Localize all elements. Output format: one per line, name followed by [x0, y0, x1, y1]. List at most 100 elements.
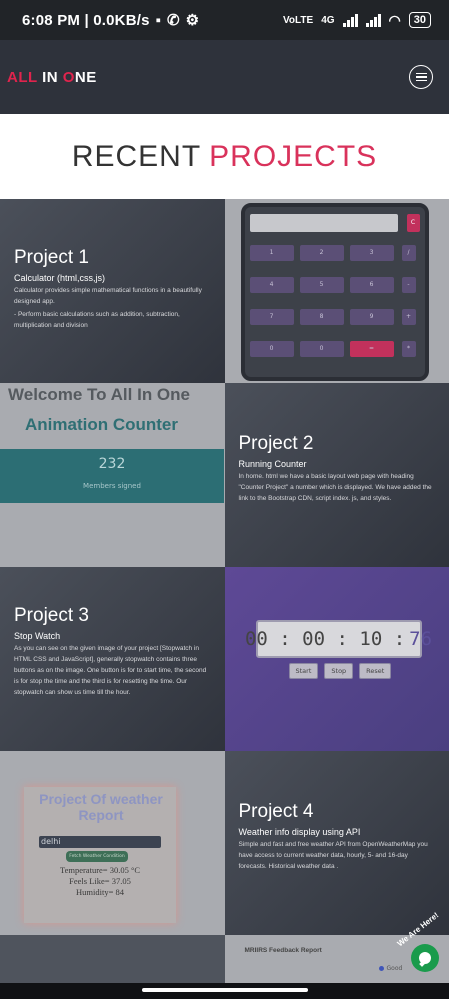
stopwatch-start-button: Start: [288, 663, 319, 679]
section-title: RECENT PROJECTS: [0, 114, 449, 199]
status-icons-left: ▪ ✆ ⚙: [155, 11, 200, 30]
logo-part: ALL: [7, 68, 43, 86]
weather-fetch-button: Fetch Weather Condition: [66, 851, 128, 862]
project-description: In home. html we have a basic layout web…: [238, 473, 432, 502]
chat-button[interactable]: [411, 944, 439, 972]
section-title-accent: PROJECTS: [209, 139, 378, 173]
project-subtitle: Weather info display using API: [238, 827, 361, 837]
weather-card: Project Of weather Report delhi Fetch We…: [24, 787, 176, 923]
calculator-screen: [249, 214, 398, 232]
calculator-key: 9: [349, 309, 394, 325]
weather-feels-like: Feels Like= 37.05: [69, 876, 131, 886]
project-row: Project 1 Calculator (html,css,js) Calcu…: [0, 199, 449, 383]
weather-humidity: Humidity= 84: [75, 887, 124, 897]
network-type: 4G: [321, 14, 335, 26]
project-info-card[interactable]: Project 4 Weather info display using API…: [224, 751, 449, 935]
calculator-key: 0: [249, 341, 294, 357]
project-title: Project 3: [14, 605, 89, 626]
counter-number: 232: [98, 456, 126, 472]
navigation-bar: [0, 983, 449, 999]
volte-icon: VoLTE: [283, 14, 314, 26]
project-description: As you can see on the given image of you…: [14, 645, 207, 696]
stopwatch-image[interactable]: 00 : 00 : 10 :76 Start Stop Reset: [224, 567, 449, 751]
counter-image[interactable]: Welcome To All In One Animation Counter …: [0, 383, 225, 567]
stopwatch-ms: 76: [409, 628, 433, 650]
calculator-equals-key: =: [349, 341, 394, 357]
battery-icon: 30: [408, 12, 431, 28]
project-row: Project 3 Stop Watch As you can see on t…: [0, 567, 449, 751]
calculator-key: 2: [299, 245, 344, 261]
weather-image[interactable]: Project Of weather Report delhi Fetch We…: [0, 751, 225, 935]
weather-city-input: delhi: [39, 836, 161, 848]
calculator-key: 7: [249, 309, 294, 325]
legend-dot: [378, 966, 384, 971]
calculator: C 1 2 3 / 4 5 6 - 7 8 9 + 0 0 = *: [240, 203, 429, 381]
stopwatch-buttons: Start Stop Reset: [288, 663, 392, 679]
logo-part: O: [62, 68, 75, 86]
stopwatch-stop-button: Stop: [324, 663, 354, 679]
project-row: MRIIRS Feedback Report Good: [0, 935, 449, 983]
stopwatch-reset-button: Reset: [359, 663, 392, 679]
weather-temperature: Temperature= 30.05 °C: [59, 865, 141, 875]
wifi-icon: ◠: [388, 11, 401, 28]
calculator-key: 0: [299, 341, 344, 357]
project-title: Project 4: [238, 801, 314, 822]
calculator-key: 4: [249, 277, 294, 293]
calculator-key: 1: [249, 245, 294, 261]
home-gesture-handle[interactable]: [142, 988, 308, 992]
chat-bubble-icon: [419, 952, 431, 964]
project-info-card[interactable]: Project 1 Calculator (html,css,js) Calcu…: [0, 199, 225, 383]
project-title: Project 1: [14, 247, 89, 268]
stopwatch-display: 00 : 00 : 10 :76: [245, 620, 432, 658]
project-info-card[interactable]: Project 3 Stop Watch As you can see on t…: [0, 567, 225, 751]
counter-band: 232 Members signed: [0, 449, 224, 503]
stopwatch-hours: 00: [244, 628, 268, 650]
stopwatch-seconds: 10: [359, 628, 383, 650]
calculator-image[interactable]: C 1 2 3 / 4 5 6 - 7 8 9 + 0 0 = *: [224, 199, 449, 383]
section-title-word: RECENT: [71, 139, 202, 173]
project-description: Simple and fast and free weather API fro…: [238, 841, 428, 870]
hamburger-menu-button[interactable]: [409, 65, 433, 89]
project-info-card[interactable]: [0, 935, 225, 983]
calculator-key: 5: [299, 277, 344, 293]
feedback-report-title: MRIIRS Feedback Report: [244, 947, 322, 954]
menu-line: [415, 72, 427, 75]
weather-title: Project Of weather Report: [39, 791, 163, 823]
calculator-key: 6: [349, 277, 394, 293]
calculator-key: -: [401, 277, 416, 293]
signal-icon: [342, 13, 358, 27]
logo-part: IN: [42, 68, 59, 86]
stopwatch-minutes: 00: [302, 628, 326, 650]
signal-2-icon: [365, 13, 381, 27]
project-title: Project 2: [238, 433, 314, 454]
chat-widget[interactable]: We Are Here!: [393, 911, 443, 975]
logo[interactable]: ALL IN ONE: [7, 69, 97, 86]
menu-line: [415, 76, 427, 78]
counter-label: Members signed: [83, 482, 141, 490]
counter-welcome-text: Welcome To All In One: [8, 385, 190, 404]
project-info-card[interactable]: Project 2 Running Counter In home. html …: [224, 383, 449, 567]
gear-icon: ⚙: [185, 12, 200, 29]
project-description: Calculator provides simple mathematical …: [14, 287, 202, 305]
project-row: Welcome To All In One Animation Counter …: [0, 383, 449, 567]
calculator-key: /: [401, 245, 416, 261]
phone-icon: ✆: [166, 12, 180, 29]
project-description: - Perform basic calculations such as add…: [14, 311, 180, 329]
calculator-key: *: [401, 341, 416, 357]
project-subtitle: Running Counter: [238, 459, 307, 469]
logo-part: NE: [74, 68, 97, 86]
status-time: 6:08 PM | 0.0KB/s: [22, 11, 150, 29]
calculator-key: +: [401, 309, 416, 325]
counter-heading: Animation Counter: [25, 415, 178, 434]
project-subtitle: Calculator (html,css,js): [14, 273, 106, 283]
project-subtitle: Stop Watch: [14, 631, 61, 641]
calculator-key: 8: [299, 309, 344, 325]
menu-line: [415, 79, 427, 82]
notification-icon: ▪: [155, 11, 161, 29]
status-icons-right: VoLTE 4G ◠ 30: [283, 12, 431, 29]
status-bar: 6:08 PM | 0.0KB/s ▪ ✆ ⚙ VoLTE 4G ◠ 30: [0, 0, 449, 40]
project-row: Project Of weather Report delhi Fetch We…: [0, 751, 449, 935]
navbar: ALL IN ONE: [0, 40, 449, 114]
calculator-clear-key: C: [406, 214, 420, 232]
calculator-key: 3: [349, 245, 394, 261]
